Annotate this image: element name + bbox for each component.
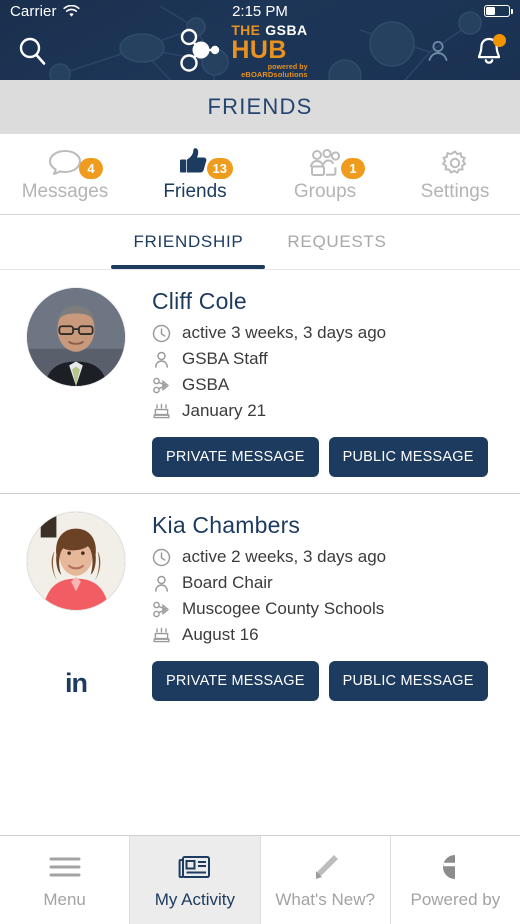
person-icon bbox=[152, 350, 171, 369]
chat-bubble-icon: 4 bbox=[44, 145, 103, 179]
clock-time: 2:15 PM bbox=[232, 2, 288, 20]
app-logo[interactable]: THE GSBA HUB powered by eBOARDsolutions bbox=[176, 22, 308, 80]
bottom-nav-powered-by[interactable]: Powered by bbox=[391, 836, 520, 924]
profile-icon[interactable] bbox=[424, 37, 452, 65]
subtab-label-requests: REQUESTS bbox=[287, 232, 387, 251]
group-people-icon: 1 bbox=[302, 145, 365, 179]
logo-gsba: GSBA bbox=[265, 22, 308, 39]
friend-info: Cliff Cole active 3 weeks, 3 days ago GS… bbox=[152, 288, 520, 477]
friend-name[interactable]: Cliff Cole bbox=[152, 288, 506, 315]
secondary-tab-bar: FRIENDSHIP REQUESTS bbox=[0, 215, 520, 270]
friends-badge: 13 bbox=[206, 158, 233, 179]
birthday-text: August 16 bbox=[182, 625, 259, 644]
avatar-photo-cliff-cole bbox=[27, 288, 125, 386]
bottom-nav-label-powered-by: Powered by bbox=[410, 889, 501, 909]
page-title-bar: FRIENDS bbox=[0, 80, 520, 134]
clock-icon bbox=[152, 324, 171, 343]
linkedin-label: in bbox=[65, 668, 88, 698]
birthday-cake-icon bbox=[152, 402, 171, 421]
public-message-button[interactable]: PUBLIC MESSAGE bbox=[328, 661, 488, 701]
meta-birthday: August 16 bbox=[152, 625, 506, 645]
message-button-row: PRIVATE MESSAGE PUBLIC MESSAGE bbox=[152, 437, 506, 477]
logo-hub: HUB bbox=[231, 36, 287, 65]
last-active-text: active 3 weeks, 3 days ago bbox=[182, 323, 387, 342]
last-active-text: active 2 weeks, 3 days ago bbox=[182, 547, 387, 566]
public-message-button[interactable]: PUBLIC MESSAGE bbox=[328, 437, 488, 477]
bottom-nav-my-activity[interactable]: My Activity bbox=[130, 836, 261, 924]
linkedin-icon[interactable]: in bbox=[65, 668, 88, 698]
newspaper-icon bbox=[177, 851, 213, 883]
hamburger-menu-icon bbox=[46, 851, 84, 883]
gsba-hub-node-logo-icon bbox=[180, 28, 220, 72]
eboard-logo-icon bbox=[439, 851, 471, 883]
thumbs-up-icon: 13 bbox=[174, 145, 233, 179]
friend-info: Kia Chambers active 2 weeks, 3 days ago bbox=[152, 512, 520, 701]
subtab-requests[interactable]: REQUESTS bbox=[265, 215, 408, 269]
bottom-nav-label-whats-new: What's New? bbox=[275, 889, 375, 909]
meta-organization: GSBA bbox=[152, 375, 506, 395]
avatar-column: in bbox=[0, 512, 152, 701]
tab-label-settings: Settings bbox=[420, 181, 490, 202]
network-share-icon bbox=[152, 376, 171, 395]
page-title: FRIENDS bbox=[207, 94, 313, 119]
role-text: Board Chair bbox=[182, 573, 273, 592]
tab-friends[interactable]: 13 Friends bbox=[130, 134, 260, 214]
tab-messages[interactable]: 4 Messages bbox=[0, 134, 130, 214]
bottom-nav-menu[interactable]: Menu bbox=[0, 836, 131, 924]
app-header: Carrier 2:15 PM THE GSBA HUB powered by … bbox=[0, 0, 520, 80]
birthday-text: January 21 bbox=[182, 401, 267, 420]
app-screen: Carrier 2:15 PM THE GSBA HUB powered by … bbox=[0, 0, 520, 924]
gear-icon bbox=[437, 145, 473, 179]
groups-badge: 1 bbox=[341, 158, 365, 179]
bottom-nav-label-menu: Menu bbox=[43, 889, 86, 909]
tab-label-messages: Messages bbox=[21, 181, 109, 202]
avatar-photo-kia-chambers bbox=[27, 512, 125, 610]
message-button-row: PRIVATE MESSAGE PUBLIC MESSAGE bbox=[152, 661, 506, 701]
avatar[interactable] bbox=[27, 288, 125, 386]
logo-brand: eBOARDsolutions bbox=[241, 70, 308, 80]
bottom-nav-whats-new[interactable]: What's New? bbox=[261, 836, 391, 924]
subtab-label-friendship: FRIENDSHIP bbox=[133, 232, 244, 251]
avatar[interactable] bbox=[27, 512, 125, 610]
bell-icon[interactable] bbox=[474, 34, 506, 67]
bottom-navigation-bar: Menu My Activity What's New? Powered by bbox=[0, 835, 520, 924]
organization-text: Muscogee County Schools bbox=[182, 599, 385, 618]
network-share-icon bbox=[152, 600, 171, 619]
tab-label-groups: Groups bbox=[293, 181, 357, 202]
avatar-column bbox=[0, 288, 152, 477]
list-item[interactable]: in Kia Chambers active 2 weeks, 3 days a… bbox=[0, 493, 520, 717]
clock-icon bbox=[152, 548, 171, 567]
pencil-icon bbox=[309, 851, 341, 883]
meta-role: Board Chair bbox=[152, 573, 506, 593]
birthday-cake-icon bbox=[152, 626, 171, 645]
role-text: GSBA Staff bbox=[182, 349, 268, 368]
header-nav-row: THE GSBA HUB powered by eBOARDsolutions bbox=[0, 22, 520, 80]
person-icon bbox=[152, 574, 171, 593]
private-message-button[interactable]: PRIVATE MESSAGE bbox=[152, 661, 319, 701]
search-icon[interactable] bbox=[16, 35, 48, 67]
friends-list: Cliff Cole active 3 weeks, 3 days ago GS… bbox=[0, 270, 520, 835]
status-bar: Carrier 2:15 PM bbox=[0, 0, 520, 22]
list-item[interactable]: Cliff Cole active 3 weeks, 3 days ago GS… bbox=[0, 270, 520, 493]
tab-groups[interactable]: 1 Groups bbox=[260, 134, 390, 214]
notification-dot-badge bbox=[492, 34, 506, 47]
logo-the: THE bbox=[231, 22, 261, 39]
meta-last-active: active 2 weeks, 3 days ago bbox=[152, 547, 506, 567]
tab-label-friends: Friends bbox=[163, 181, 227, 202]
organization-text: GSBA bbox=[182, 375, 230, 394]
subtab-friendship[interactable]: FRIENDSHIP bbox=[111, 215, 266, 269]
meta-last-active: active 3 weeks, 3 days ago bbox=[152, 323, 506, 343]
meta-birthday: January 21 bbox=[152, 401, 506, 421]
bottom-nav-label-my-activity: My Activity bbox=[154, 889, 236, 909]
messages-badge: 4 bbox=[79, 158, 103, 179]
meta-role: GSBA Staff bbox=[152, 349, 506, 369]
private-message-button[interactable]: PRIVATE MESSAGE bbox=[152, 437, 319, 477]
friend-name[interactable]: Kia Chambers bbox=[152, 512, 506, 539]
tab-settings[interactable]: Settings bbox=[390, 134, 520, 214]
primary-tab-bar: 4 Messages 13 Friends 1 Groups Settings bbox=[0, 134, 520, 215]
meta-organization: Muscogee County Schools bbox=[152, 599, 506, 619]
battery-icon bbox=[484, 5, 513, 17]
